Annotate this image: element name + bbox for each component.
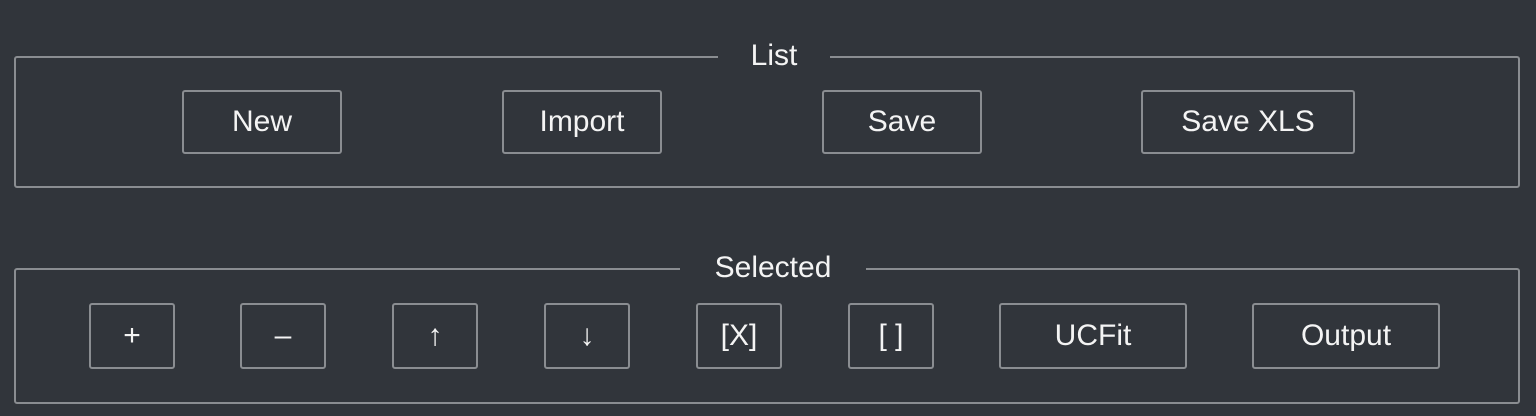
save-xls-button[interactable]: Save XLS bbox=[1141, 90, 1355, 154]
save-button[interactable]: Save bbox=[822, 90, 982, 154]
selected-group: Selected + – ↑ ↓ [X] [ ] UCFit Output bbox=[14, 248, 1520, 404]
remove-button[interactable]: – bbox=[240, 303, 326, 369]
uncheck-button[interactable]: [ ] bbox=[848, 303, 934, 369]
list-group-title: List bbox=[718, 36, 830, 76]
check-button[interactable]: [X] bbox=[696, 303, 782, 369]
ucfit-button[interactable]: UCFit bbox=[999, 303, 1187, 369]
import-button[interactable]: Import bbox=[502, 90, 662, 154]
add-button[interactable]: + bbox=[89, 303, 175, 369]
move-up-button[interactable]: ↑ bbox=[392, 303, 478, 369]
output-button[interactable]: Output bbox=[1252, 303, 1440, 369]
new-button[interactable]: New bbox=[182, 90, 342, 154]
list-group: List New Import Save Save XLS bbox=[14, 36, 1520, 188]
move-down-button[interactable]: ↓ bbox=[544, 303, 630, 369]
selected-group-title: Selected bbox=[680, 248, 866, 288]
